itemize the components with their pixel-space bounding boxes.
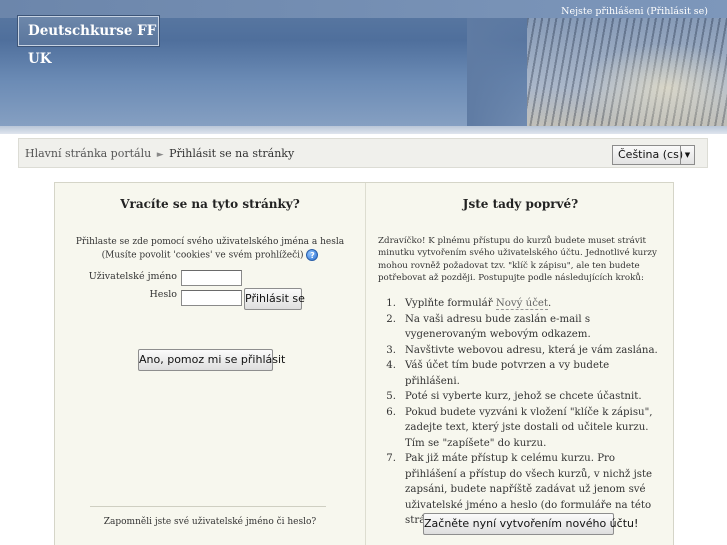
step-text: Pokud budete vyzváni k vložení "klíče k … (405, 406, 653, 449)
new-user-heading: Jste tady poprvé? (462, 197, 579, 211)
step-1-text: Vyplňte formulář (405, 298, 496, 309)
breadcrumb: Hlavní stránka portálu ► Přihlásit se na… (25, 147, 294, 160)
language-selected-value: Čeština (cs) (618, 148, 684, 161)
forgot-password-button[interactable]: Ano, pomoz mi se přihlásit (138, 349, 285, 371)
username-label: Uživatelské jméno (88, 271, 177, 282)
create-account-button[interactable]: Začněte nyní vytvořením nového účtu! (423, 513, 638, 535)
step-number: 5. (386, 391, 396, 402)
list-item: 3. Navštivte webovou adresu, která je vám… (380, 343, 665, 359)
step-text: Na vaši adresu bude zaslán e-mail s vyge… (405, 313, 591, 341)
header-bottom-strip (0, 126, 727, 134)
new-account-link[interactable]: Nový účet (495, 298, 549, 310)
chevron-down-icon: ▼ (680, 146, 694, 164)
login-description-line2: (Musíte povolit 'cookies' ve svém prohlí… (55, 248, 365, 262)
forgot-password-text: Zapomněli jste své uživatelské jméno či … (103, 517, 317, 527)
password-field[interactable] (181, 290, 242, 306)
list-item: 6. Pokud budete vyzváni k vložení "klíče … (380, 405, 665, 452)
list-item: 5. Poté si vyberte kurz, jehož se chcete … (380, 389, 665, 405)
list-item: 2. Na vaši adresu bude zaslán e-mail s vy… (380, 312, 665, 343)
login-description: Přihlaste se zde pomocí svého uživatelsk… (55, 236, 365, 262)
step-number: 7. (386, 453, 396, 464)
breadcrumb-current: Přihlásit se na stránky (169, 147, 295, 160)
step-number: 6. (386, 406, 396, 418)
signup-intro-text: Zdravíčko! K plnému přístupu do kurzů bu… (378, 236, 657, 283)
signup-steps-list: 1. Vyplňte formulář Nový účet. 2. Na vaši … (380, 296, 665, 529)
login-button[interactable]: Přihlásit se (244, 288, 305, 310)
step-text: Navštivte webovou adresu, která je vám z… (405, 344, 658, 356)
login-link[interactable]: Přihlásit se (650, 6, 704, 17)
site-title[interactable]: Deutschkurse FF UK (18, 16, 159, 67)
step-number: 4. (386, 360, 396, 371)
breadcrumb-home-link[interactable]: Hlavní stránka portálu (25, 147, 151, 160)
password-label: Heslo (149, 289, 177, 300)
username-field[interactable] (181, 270, 242, 286)
step-number: 1. (386, 298, 396, 309)
step-text: Poté si vyberte kurz, jehož se chcete úč… (405, 391, 642, 402)
list-item: 4. Váš účet tím bude potvrzen a vy budete… (380, 358, 665, 389)
new-user-panel: Jste tady poprvé? Zdravíčko! K plnému př… (365, 183, 674, 545)
step-1-suffix: . (548, 298, 552, 309)
step-number: 2. (386, 313, 396, 325)
login-description-line1: Přihlaste se zde pomocí svého uživatelsk… (75, 237, 345, 247)
cookies-note: (Musíte povolit 'cookies' ve svém prohlí… (101, 250, 304, 260)
divider (90, 506, 326, 507)
step-text: Váš účet tím bude potvrzen a vy budete p… (405, 360, 610, 387)
breadcrumb-arrow-icon: ► (156, 150, 164, 160)
language-select[interactable]: Čeština (cs) ▼ (612, 145, 695, 165)
navbar: Hlavní stránka portálu ► Přihlásit se na… (18, 138, 708, 168)
returning-user-heading: Vracíte se na tyto stránky? (120, 197, 300, 211)
help-icon[interactable]: ? (306, 248, 319, 261)
page-header: Deutschkurse FF UK Nejste přihlášeni (Př… (0, 0, 727, 134)
header-banner-image (527, 18, 727, 134)
list-item: 1. Vyplňte formulář Nový účet. (380, 296, 665, 312)
login-status-text: Nejste přihlášeni (561, 6, 644, 17)
step-number: 3. (386, 344, 396, 356)
login-info: Nejste přihlášeni (Přihlásit se) (561, 6, 708, 17)
